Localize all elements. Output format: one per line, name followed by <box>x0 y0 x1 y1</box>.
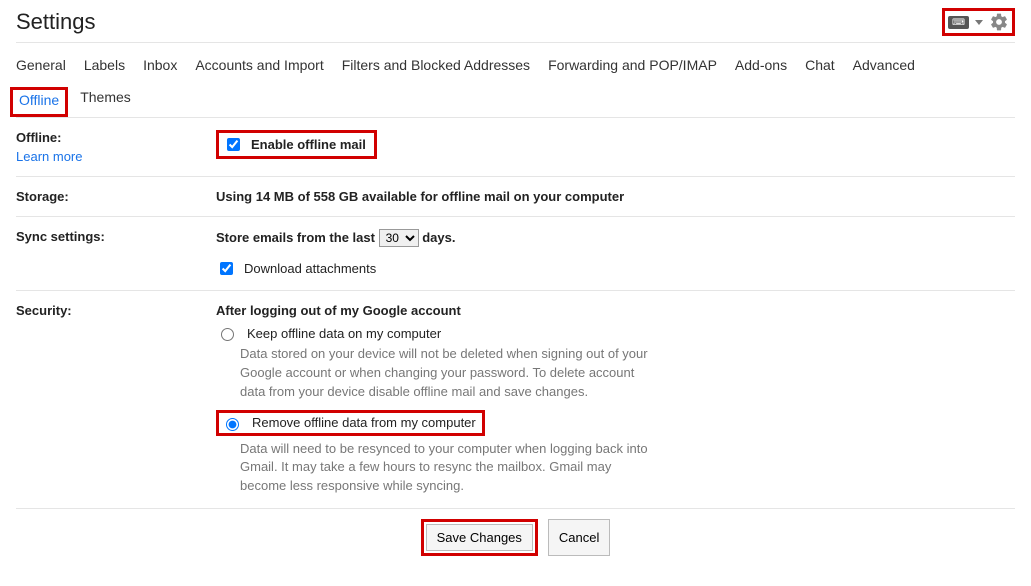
page-title: Settings <box>16 9 96 35</box>
tab-general[interactable]: General <box>16 57 66 79</box>
input-tools-dropdown-icon[interactable] <box>975 20 983 25</box>
offline-label: Offline: <box>16 130 62 145</box>
tab-filters-blocked[interactable]: Filters and Blocked Addresses <box>342 57 530 79</box>
security-remove-label: Remove offline data from my computer <box>252 415 476 430</box>
tab-addons[interactable]: Add-ons <box>735 57 787 79</box>
save-highlight: Save Changes <box>421 519 538 556</box>
enable-offline-label: Enable offline mail <box>251 137 366 152</box>
sync-prefix: Store emails from the last <box>216 230 375 245</box>
learn-more-link[interactable]: Learn more <box>16 149 216 164</box>
security-keep-label: Keep offline data on my computer <box>247 326 441 341</box>
sync-suffix: days. <box>422 230 455 245</box>
tab-accounts-import[interactable]: Accounts and Import <box>195 57 323 79</box>
section-sync: Sync settings: Store emails from the las… <box>16 216 1015 290</box>
settings-tabs-row2: Offline Themes <box>16 79 1015 117</box>
tab-advanced[interactable]: Advanced <box>853 57 915 79</box>
tab-forwarding-pop-imap[interactable]: Forwarding and POP/IMAP <box>548 57 717 79</box>
save-button[interactable]: Save Changes <box>426 524 533 551</box>
storage-text: Using 14 MB of 558 GB available for offl… <box>216 189 624 204</box>
security-keep-radio[interactable] <box>221 328 234 341</box>
download-attachments-row: Download attachments <box>216 259 1015 278</box>
enable-offline-checkbox[interactable] <box>227 138 240 151</box>
tab-offline[interactable]: Offline <box>10 87 68 117</box>
button-row: Save Changes Cancel <box>16 508 1015 566</box>
tab-inbox[interactable]: Inbox <box>143 57 177 79</box>
cancel-button[interactable]: Cancel <box>548 519 610 556</box>
section-label-offline: Offline: Learn more <box>16 130 216 164</box>
settings-tabs-row1: General Labels Inbox Accounts and Import… <box>16 43 1015 79</box>
input-tools-icon[interactable]: ⌨ <box>948 16 969 29</box>
security-heading: After logging out of my Google account <box>216 303 1015 318</box>
security-remove-highlight: Remove offline data from my computer <box>216 410 485 436</box>
download-attachments-label: Download attachments <box>244 261 376 276</box>
gear-icon[interactable] <box>989 12 1009 32</box>
tab-labels[interactable]: Labels <box>84 57 125 79</box>
section-storage: Storage: Using 14 MB of 558 GB available… <box>16 176 1015 216</box>
section-offline: Offline: Learn more Enable offline mail <box>16 117 1015 176</box>
tab-themes[interactable]: Themes <box>80 89 131 113</box>
section-label-sync: Sync settings: <box>16 229 216 278</box>
section-security: Security: After logging out of my Google… <box>16 290 1015 508</box>
enable-offline-highlight: Enable offline mail <box>216 130 377 159</box>
header-controls: ⌨ <box>942 8 1015 36</box>
sync-days-select[interactable]: 30 <box>379 229 419 247</box>
download-attachments-checkbox[interactable] <box>220 262 233 275</box>
security-keep-desc: Data stored on your device will not be d… <box>240 345 660 402</box>
section-label-security: Security: <box>16 303 216 496</box>
sync-store-row: Store emails from the last 30 days. <box>216 229 1015 247</box>
security-remove-desc: Data will need to be resynced to your co… <box>240 440 660 497</box>
security-remove-radio[interactable] <box>226 418 239 431</box>
header: Settings ⌨ <box>16 0 1015 43</box>
tab-chat[interactable]: Chat <box>805 57 835 79</box>
security-keep-row[interactable]: Keep offline data on my computer <box>216 326 1015 341</box>
section-label-storage: Storage: <box>16 189 216 204</box>
